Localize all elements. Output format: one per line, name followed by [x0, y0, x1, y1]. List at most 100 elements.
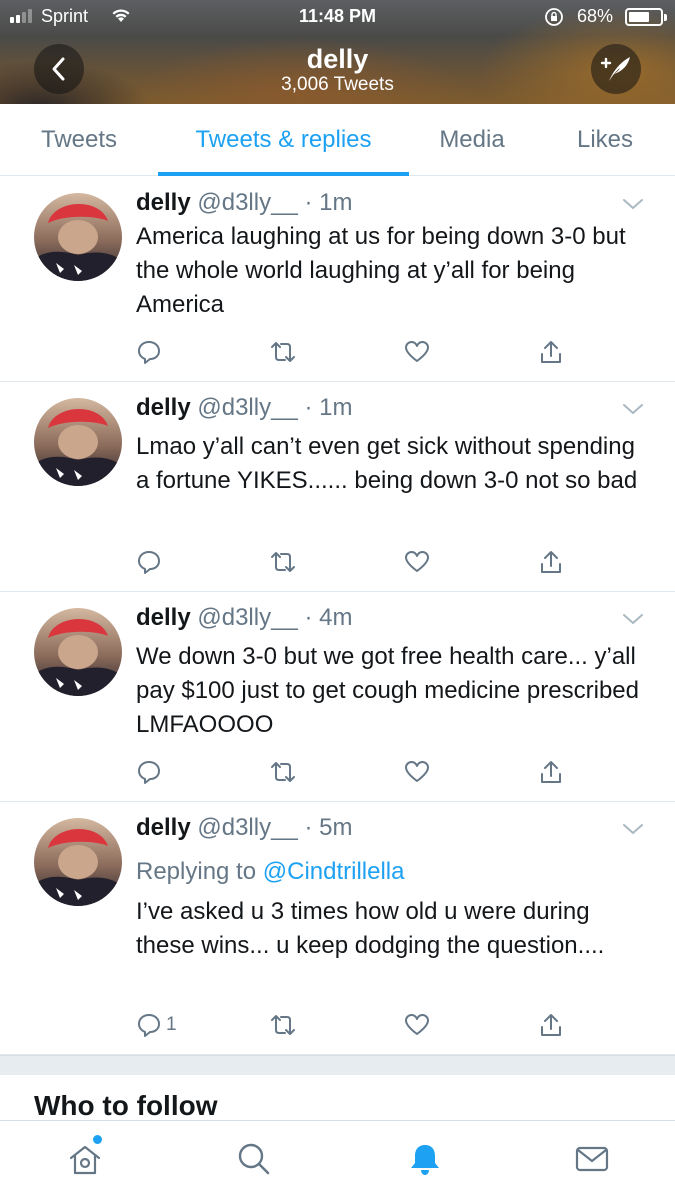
status-bar: Sprint 11:48 PM 68% — [0, 0, 675, 36]
new-content-dot — [93, 1135, 102, 1144]
tweet-text: I’ve asked u 3 times how old u were duri… — [136, 898, 605, 959]
battery-percentage: 68% — [577, 6, 614, 26]
battery-fill — [629, 12, 650, 22]
messages-icon — [575, 1146, 609, 1172]
avatar-image — [34, 203, 122, 281]
handle-and-time: @d3lly__ · 1m — [197, 189, 353, 216]
tweet-text: We down 3-0 but we got free health care.… — [136, 643, 639, 738]
handle-and-time: @d3lly__ · 1m — [197, 394, 353, 421]
share-button[interactable] — [538, 1010, 564, 1040]
home-icon — [69, 1145, 101, 1175]
avatar-image — [34, 828, 122, 906]
tab-likes[interactable]: Likes — [535, 104, 675, 176]
tweet-actions — [0, 757, 675, 787]
share-button[interactable] — [538, 757, 564, 787]
reply-button[interactable] — [136, 757, 166, 787]
messages-tab[interactable] — [572, 1139, 612, 1179]
avatar[interactable] — [34, 818, 122, 906]
tweet-text: America laughing at us for being down 3-… — [136, 223, 626, 318]
tab-media[interactable]: Media — [409, 104, 535, 176]
clock: 11:48 PM — [298, 6, 377, 26]
reply-button[interactable] — [136, 547, 166, 577]
heart-icon — [405, 551, 429, 572]
tweet-text: Lmao y’all can’t even get sick without s… — [136, 433, 638, 494]
tab-tweets-and-replies[interactable]: Tweets & replies — [158, 104, 409, 176]
share-icon — [541, 1014, 561, 1036]
tweet-header: delly @d3lly__ · 4m — [136, 604, 352, 632]
retweet-icon — [271, 342, 295, 362]
orientation-lock-icon — [545, 8, 563, 26]
compose-tweet-button[interactable] — [591, 44, 641, 94]
chevron-down-icon[interactable] — [622, 822, 644, 836]
handle-and-time: @d3lly__ · 5m — [197, 814, 353, 841]
tweet-header: delly @d3lly__ · 5m — [136, 814, 352, 842]
display-name[interactable]: delly — [136, 604, 191, 631]
reply-count: 1 — [166, 1014, 177, 1035]
reply-icon — [138, 761, 160, 784]
replying-to-label: Replying to — [136, 858, 257, 885]
reply-icon — [138, 1014, 160, 1037]
retweet-icon — [271, 1015, 295, 1035]
avatar[interactable] — [34, 398, 122, 486]
tweet-actions — [0, 547, 675, 577]
retweet-button[interactable] — [270, 547, 296, 577]
avatar-image — [34, 618, 122, 696]
retweet-icon — [271, 762, 295, 782]
profile-header: Sprint 11:48 PM 68% delly 3,006 Tweets — [0, 0, 675, 104]
like-button[interactable] — [404, 1010, 430, 1040]
search-tab[interactable] — [234, 1139, 274, 1179]
home-tab[interactable] — [65, 1139, 105, 1179]
retweet-button[interactable] — [270, 1010, 296, 1040]
notifications-tab[interactable] — [405, 1139, 445, 1179]
profile-name: delly — [306, 44, 369, 74]
tweet-actions — [0, 337, 675, 367]
heart-icon — [405, 761, 429, 782]
search-icon — [238, 1143, 270, 1175]
profile-tabs: Tweets Tweets & replies Media Likes — [0, 104, 675, 176]
share-icon — [541, 341, 561, 363]
reply-button[interactable] — [136, 337, 166, 367]
reply-icon — [138, 551, 160, 574]
retweet-button[interactable] — [270, 757, 296, 787]
bottom-tab-bar — [0, 1120, 675, 1200]
tab-tweets[interactable]: Tweets — [0, 104, 158, 176]
tweet-count: 3,006 Tweets — [281, 74, 394, 95]
section-divider — [0, 1055, 675, 1075]
avatar-image — [34, 408, 122, 486]
tweet[interactable]: delly @d3lly__ · 1m America laughing at … — [0, 177, 675, 382]
share-icon — [541, 551, 561, 573]
share-button[interactable] — [538, 547, 564, 577]
chevron-down-icon[interactable] — [622, 612, 644, 626]
reply-icon — [138, 341, 160, 364]
display-name[interactable]: delly — [136, 189, 191, 216]
retweet-icon — [271, 552, 295, 572]
heart-icon — [405, 1014, 429, 1035]
avatar[interactable] — [34, 608, 122, 696]
display-name[interactable]: delly — [136, 814, 191, 841]
retweet-button[interactable] — [270, 337, 296, 367]
who-to-follow-heading: Who to follow — [34, 1090, 218, 1121]
tweet-header: delly @d3lly__ · 1m — [136, 189, 352, 217]
active-tab-indicator — [158, 172, 409, 176]
replying-to: Replying to @Cindtrillella — [136, 858, 405, 886]
chevron-down-icon[interactable] — [622, 402, 644, 416]
like-button[interactable] — [404, 757, 430, 787]
battery-icon — [625, 8, 667, 26]
tweet[interactable]: delly @d3lly__ · 1m Lmao y’all can’t eve… — [0, 382, 675, 592]
share-button[interactable] — [538, 337, 564, 367]
display-name[interactable]: delly — [136, 394, 191, 421]
compose-tweet-icon — [600, 57, 630, 81]
notifications-icon — [411, 1145, 439, 1175]
mention-link[interactable]: @Cindtrillella — [263, 858, 405, 885]
tweet[interactable]: delly @d3lly__ · 4m We down 3-0 but we g… — [0, 592, 675, 802]
reply-button[interactable]: 1 — [136, 1010, 177, 1040]
like-button[interactable] — [404, 337, 430, 367]
avatar[interactable] — [34, 193, 122, 281]
tweet-actions: 1 — [0, 1010, 675, 1040]
tweet-header: delly @d3lly__ · 1m — [136, 394, 352, 422]
chevron-down-icon[interactable] — [622, 197, 644, 211]
heart-icon — [405, 341, 429, 362]
tweet[interactable]: delly @d3lly__ · 5m Replying to @Cindtri… — [0, 802, 675, 1055]
share-icon — [541, 761, 561, 783]
like-button[interactable] — [404, 547, 430, 577]
